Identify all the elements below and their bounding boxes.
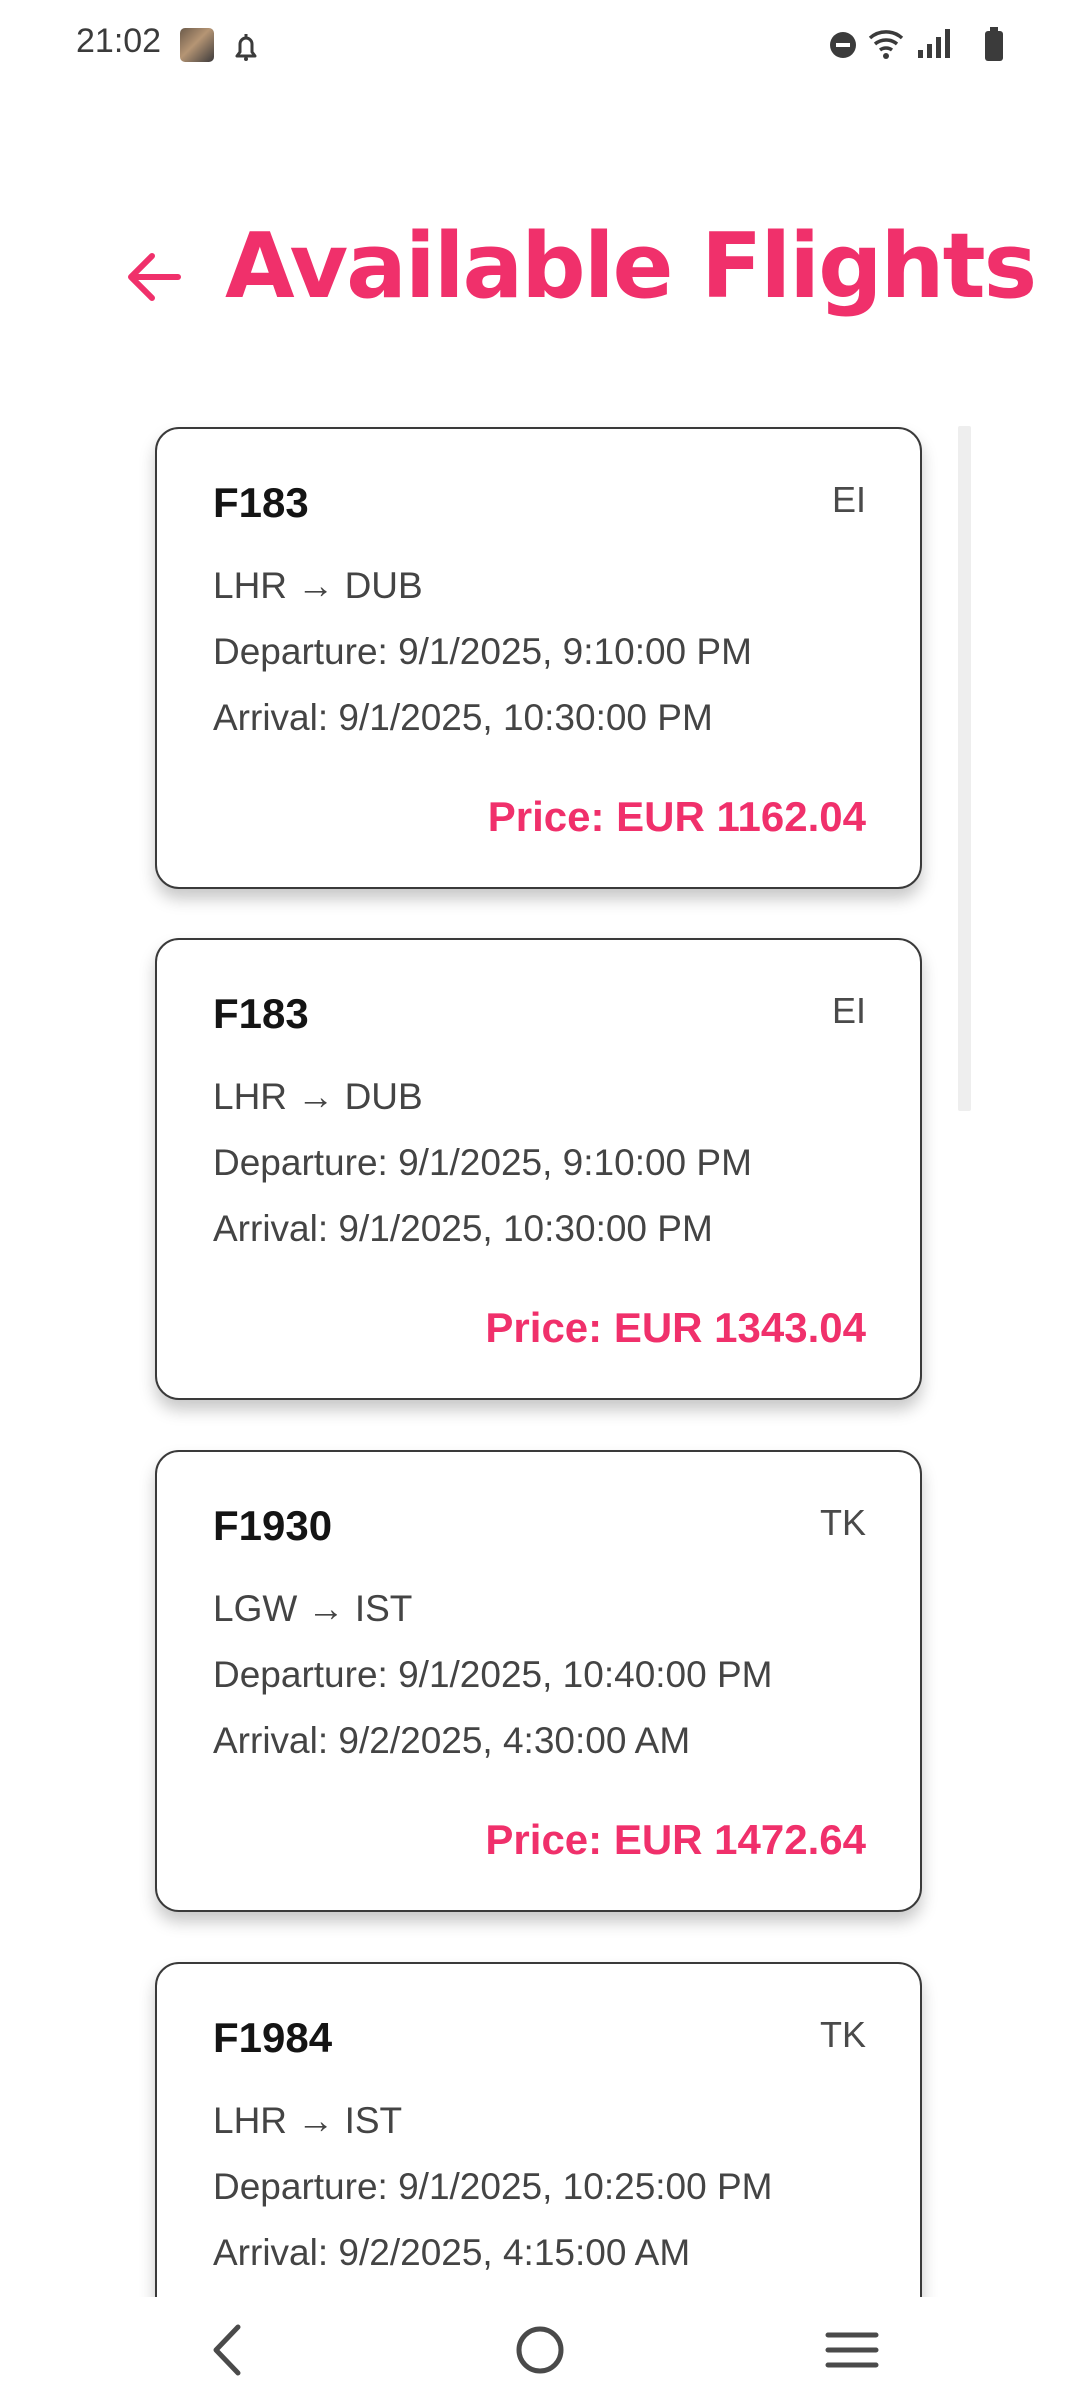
departure-time: Departure: 9/1/2025, 10:40:00 PM — [213, 1654, 773, 1695]
airline-code: EI — [831, 479, 866, 520]
flight-card[interactable]: F1984 TK LHR → IST Departure: 9/1/2025, … — [155, 1962, 922, 2297]
wifi-icon — [868, 30, 904, 59]
flight-route: LHR → DUB — [213, 565, 423, 606]
flight-card[interactable]: F183 EI LHR → DUB Departure: 9/1/2025, 9… — [155, 938, 922, 1400]
flight-number: F1984 — [213, 2014, 333, 2061]
arrival-time: Arrival: 9/1/2025, 10:30:00 PM — [213, 1208, 713, 1249]
flight-price: Price: EUR 1472.64 — [485, 1816, 866, 1863]
flight-route: LGW → IST — [213, 1588, 413, 1629]
alarm-icon — [235, 34, 257, 61]
arrival-time: Arrival: 9/1/2025, 10:30:00 PM — [213, 697, 713, 738]
do-not-disturb-icon — [830, 32, 856, 58]
flight-card[interactable]: F183 EI LHR → DUB Departure: 9/1/2025, 9… — [155, 427, 922, 889]
battery-icon — [985, 27, 1003, 61]
departure-time: Departure: 9/1/2025, 9:10:00 PM — [213, 631, 752, 672]
airline-code: EI — [831, 990, 866, 1031]
status-time: 21:02 — [76, 22, 162, 60]
back-chevron-icon[interactable] — [188, 2315, 268, 2385]
airline-code: TK — [819, 1502, 866, 1543]
flight-number: F183 — [213, 479, 309, 526]
flight-route: LHR → DUB — [213, 1076, 423, 1117]
signal-icon — [918, 29, 950, 58]
photo-notification-icon — [180, 28, 214, 62]
header: Available Flights — [0, 200, 1080, 360]
flight-route: LHR → IST — [213, 2100, 403, 2141]
departure-time: Departure: 9/1/2025, 9:10:00 PM — [213, 1142, 752, 1183]
status-bar: 21:02 — [0, 0, 1080, 90]
flight-list[interactable]: F183 EI LHR → DUB Departure: 9/1/2025, 9… — [0, 400, 1080, 2297]
departure-time: Departure: 9/1/2025, 10:25:00 PM — [213, 2166, 773, 2207]
system-nav-bar — [0, 2297, 1080, 2408]
arrival-time: Arrival: 9/2/2025, 4:30:00 AM — [213, 1720, 691, 1761]
page-title: Available Flights — [225, 214, 1037, 319]
scrollbar[interactable] — [958, 426, 971, 1111]
arrival-time: Arrival: 9/2/2025, 4:15:00 AM — [213, 2232, 691, 2273]
flight-number: F1930 — [213, 1502, 333, 1549]
flight-price: Price: EUR 1162.04 — [487, 793, 866, 840]
home-circle-icon[interactable] — [500, 2315, 580, 2385]
airline-code: TK — [819, 2014, 866, 2055]
arrow-left-icon[interactable] — [120, 242, 190, 312]
flight-number: F183 — [213, 990, 309, 1037]
recents-menu-icon[interactable] — [812, 2315, 892, 2385]
flight-price: Price: EUR 1343.04 — [485, 1304, 866, 1351]
flight-card[interactable]: F1930 TK LGW → IST Departure: 9/1/2025, … — [155, 1450, 922, 1912]
